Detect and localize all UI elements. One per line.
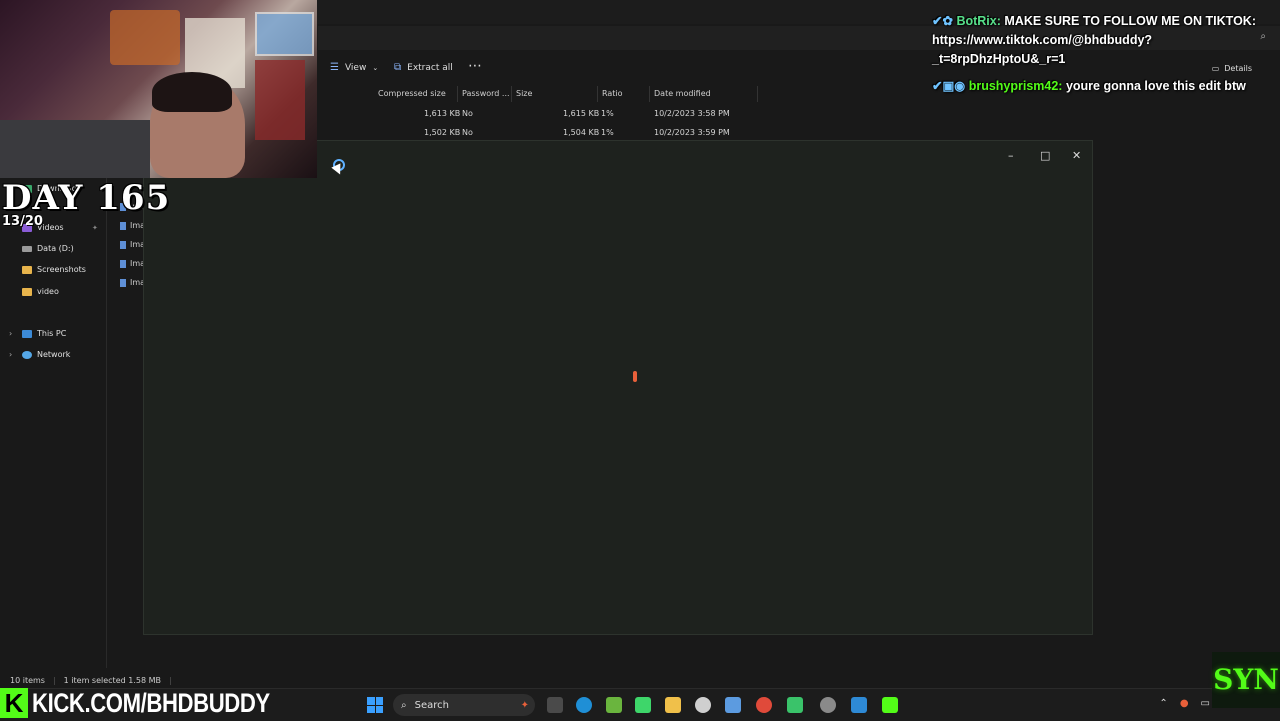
day-counter: DAY 165: [2, 178, 171, 218]
selection-info: 1 item selected 1.58 MB: [63, 675, 161, 685]
status-divider: |: [52, 675, 56, 685]
loading-window[interactable]: – □ ✕: [143, 140, 1093, 635]
cell-size: 1,615 KB: [563, 109, 600, 118]
webcam-shelf: [255, 60, 305, 140]
list-item[interactable]: Ima: [120, 259, 145, 268]
search-highlight-icon: ✦: [520, 699, 529, 711]
kick-channel-label: K KICK.COM/BHDBUDDY: [0, 686, 322, 720]
webcam-couch: [0, 120, 150, 178]
store-icon[interactable]: [725, 697, 741, 713]
list-item[interactable]: Ima: [120, 278, 145, 287]
kick-url: KICK.COM/BHDBUDDY: [32, 687, 270, 718]
more-options-button[interactable]: ⋯: [468, 58, 483, 74]
app-splash-icon: [633, 371, 637, 382]
pane-divider[interactable]: [106, 178, 107, 668]
image-file-icon: [120, 221, 126, 230]
app-icon[interactable]: [851, 697, 867, 713]
navigation-pane: Downloads Videos ✦ Data (D:) Screenshots…: [0, 178, 106, 668]
chat-badge-icon: ✔▣◉: [932, 79, 966, 93]
column-ratio[interactable]: Ratio: [598, 86, 650, 102]
nav-item-this-pc[interactable]: › This PC: [9, 325, 67, 343]
column-date-modified[interactable]: Date modified: [650, 86, 758, 102]
pin-icon: ✦: [92, 224, 98, 232]
computer-icon: [22, 330, 32, 338]
column-size[interactable]: Size: [512, 86, 598, 102]
app-icon[interactable]: [820, 697, 836, 713]
cell-compressed: 1,613 KB: [424, 109, 461, 118]
image-file-icon: [120, 278, 126, 287]
webcam-feed: [0, 0, 317, 178]
spotify-like-icon[interactable]: [635, 697, 651, 713]
file-explorer-icon[interactable]: [665, 697, 681, 713]
edge-icon[interactable]: [576, 697, 592, 713]
cell-date-modified: 10/2/2023 3:58 PM: [654, 109, 730, 118]
view-button[interactable]: ☰ View ⌄: [330, 62, 378, 73]
syn-logo: SYN: [1212, 652, 1280, 708]
nav-item-data-drive[interactable]: Data (D:): [22, 240, 74, 258]
webcam-streamer-hair: [152, 72, 232, 112]
microphone-icon[interactable]: ●: [1180, 698, 1189, 709]
search-label: Search: [414, 699, 449, 711]
xbox-icon[interactable]: [787, 697, 803, 713]
list-item[interactable]: Ima: [120, 240, 145, 249]
day-sub-counter: 13/20: [2, 214, 43, 229]
cell-ratio: 1%: [601, 109, 614, 118]
nav-item-screenshots[interactable]: Screenshots: [22, 261, 86, 279]
nav-label: This PC: [37, 329, 67, 338]
item-count: 10 items: [10, 675, 45, 685]
nvidia-icon[interactable]: [606, 697, 622, 713]
maximize-button[interactable]: □: [1040, 149, 1050, 162]
table-row[interactable]: 1,613 KB No 1,615 KB 1% 10/2/2023 3:58 P…: [318, 105, 758, 123]
image-file-icon: [120, 240, 126, 249]
extract-all-button[interactable]: ⧉ Extract all: [394, 62, 453, 73]
webcam-poster: [110, 10, 180, 65]
minimize-button[interactable]: –: [1008, 149, 1014, 162]
chevron-right-icon[interactable]: ›: [9, 325, 12, 343]
chat-username: brushyprism42:: [968, 79, 1063, 93]
extract-icon: ⧉: [394, 62, 402, 73]
display-icon[interactable]: ▭: [1201, 698, 1210, 709]
nav-item-video[interactable]: video: [22, 283, 59, 301]
taskbar-search[interactable]: ⌕ Search ✦: [393, 694, 535, 716]
extract-all-label: Extract all: [407, 62, 453, 73]
column-password[interactable]: Password ...: [458, 86, 512, 102]
chevron-right-icon[interactable]: ›: [9, 346, 12, 364]
network-icon: [22, 351, 32, 359]
column-header: Compressed size Password ... Size Ratio …: [318, 86, 758, 102]
search-icon: ⌕: [401, 699, 407, 711]
chevron-up-icon[interactable]: ⌃: [1159, 698, 1167, 709]
image-file-icon: [120, 259, 126, 268]
chat-message: ✔▣◉ brushyprism42: youre gonna love this…: [932, 77, 1277, 96]
chat-text: youre gonna love this edit btw: [1065, 79, 1246, 93]
cell-password: No: [462, 109, 473, 118]
nav-label: Screenshots: [37, 265, 86, 274]
folder-icon: [22, 266, 32, 274]
kick-logo-icon: K: [0, 688, 28, 718]
folder-icon: [22, 288, 32, 296]
column-compressed-size[interactable]: Compressed size: [374, 86, 458, 102]
nav-item-network[interactable]: › Network: [9, 346, 71, 364]
status-divider: |: [168, 675, 172, 685]
task-view-icon[interactable]: [547, 697, 563, 713]
kick-app-icon[interactable]: [882, 697, 898, 713]
chrome-icon[interactable]: [756, 697, 772, 713]
drive-icon: [22, 246, 32, 252]
chat-badge-icon: ✔✿: [932, 14, 953, 28]
chat-username: BotRix:: [956, 14, 1001, 28]
list-item[interactable]: Ima: [120, 221, 145, 230]
view-icon: ☰: [330, 62, 339, 73]
system-tray: ⌃ ● ▭: [1159, 698, 1210, 709]
nav-label: Network: [37, 350, 71, 359]
close-button[interactable]: ✕: [1072, 149, 1081, 162]
nav-label: Data (D:): [37, 244, 74, 253]
settings-icon[interactable]: [695, 697, 711, 713]
chat-message: ✔✿ BotRix: MAKE SURE TO FOLLOW ME ON TIK…: [932, 12, 1277, 69]
chat-overlay: ✔✿ BotRix: MAKE SURE TO FOLLOW ME ON TIK…: [932, 12, 1277, 104]
start-button[interactable]: [367, 697, 383, 713]
webcam-poster: [255, 12, 314, 56]
nav-label: video: [37, 287, 59, 296]
chevron-down-icon: ⌄: [372, 63, 379, 72]
view-label: View: [344, 62, 367, 73]
